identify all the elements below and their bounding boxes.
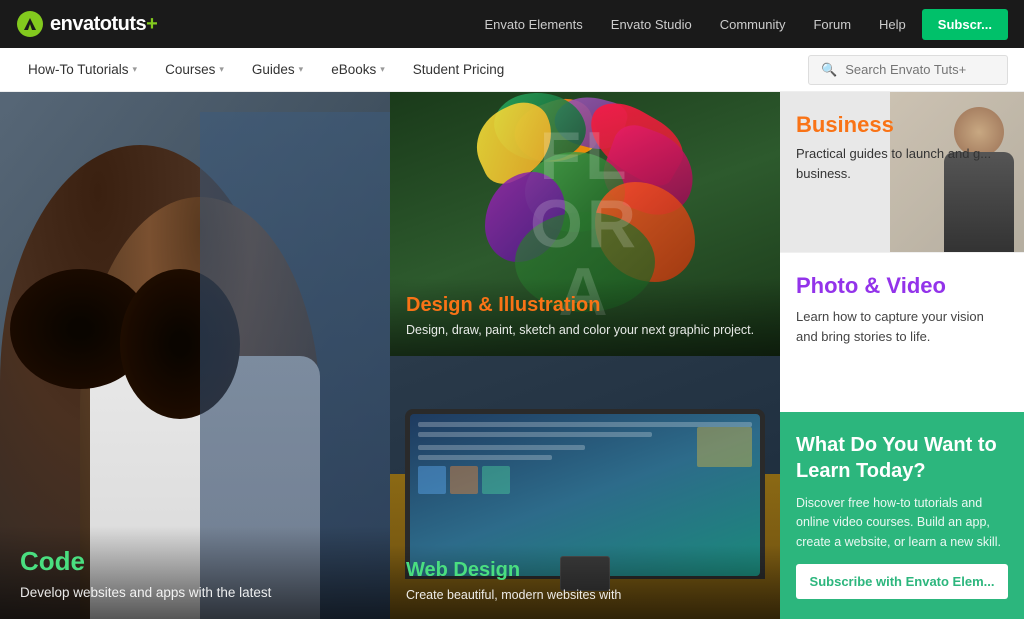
cta-subscribe-button[interactable]: Subscribe with Envato Elem... <box>796 564 1008 599</box>
secondary-navbar: How-To Tutorials ▾ Courses ▾ Guides ▾ eB… <box>0 48 1024 92</box>
design-description: Design, draw, paint, sketch and color yo… <box>406 321 764 340</box>
panel-design-overlay: Design & Illustration Design, draw, pain… <box>390 278 780 356</box>
top-nav-links: Envato Elements Envato Studio Community … <box>157 17 905 32</box>
nav-link-envato-studio[interactable]: Envato Studio <box>611 17 692 32</box>
panel-webdesign[interactable]: Web Design Create beautiful, modern webs… <box>390 356 780 619</box>
panel-design[interactable]: FLORA Design & Illustration Design, draw… <box>390 92 780 356</box>
right-column: Business Practical guides to launch and … <box>780 92 1024 619</box>
search-icon: 🔍 <box>821 62 837 78</box>
design-title: Design & Illustration <box>406 294 764 317</box>
code-category-title: Code <box>20 546 370 577</box>
envato-logo-icon <box>16 10 44 38</box>
photo-video-description: Learn how to capture your vision and bri… <box>796 307 1008 347</box>
business-description: Practical guides to launch and g...busin… <box>796 144 1008 183</box>
nav-item-courses[interactable]: Courses ▾ <box>153 48 236 92</box>
logo-text: envatotuts+ <box>50 13 157 36</box>
nav-link-community[interactable]: Community <box>720 17 786 32</box>
cta-description: Discover free how-to tutorials and onlin… <box>796 494 1008 552</box>
nav-item-howto[interactable]: How-To Tutorials ▾ <box>16 48 149 92</box>
cta-title: What Do You Want to Learn Today? <box>796 432 1008 484</box>
nav-link-forum[interactable]: Forum <box>813 17 851 32</box>
webdesign-title: Web Design <box>406 559 764 582</box>
logo[interactable]: envatotuts+ <box>16 10 157 38</box>
panel-business[interactable]: Business Practical guides to launch and … <box>780 92 1024 252</box>
nav-link-envato-elements[interactable]: Envato Elements <box>485 17 583 32</box>
panel-code-overlay: Code Develop websites and apps with the … <box>0 526 390 619</box>
panel-photo-video[interactable]: Photo & Video Learn how to capture your … <box>780 252 1024 412</box>
top-navbar: envatotuts+ Envato Elements Envato Studi… <box>0 0 1024 48</box>
business-title: Business <box>796 112 1008 138</box>
search-input[interactable] <box>845 62 995 77</box>
webdesign-description: Create beautiful, modern websites with <box>406 586 764 605</box>
chevron-down-icon: ▾ <box>299 64 304 75</box>
nav-link-help[interactable]: Help <box>879 17 906 32</box>
panel-webdesign-overlay: Web Design Create beautiful, modern webs… <box>390 545 780 619</box>
nav-item-ebooks[interactable]: eBooks ▾ <box>319 48 397 92</box>
search-bar: 🔍 <box>808 55 1008 85</box>
code-description: Develop websites and apps with the lates… <box>20 583 370 603</box>
photo-video-title: Photo & Video <box>796 273 1008 299</box>
panel-code[interactable]: Code Develop websites and apps with the … <box>0 92 390 619</box>
chevron-down-icon: ▾ <box>219 64 224 75</box>
nav-item-guides[interactable]: Guides ▾ <box>240 48 315 92</box>
nav-item-student-pricing[interactable]: Student Pricing <box>401 48 517 92</box>
panel-cta: What Do You Want to Learn Today? Discove… <box>780 412 1024 619</box>
main-grid: Code Develop websites and apps with the … <box>0 92 1024 600</box>
subscribe-button[interactable]: Subscr... <box>922 9 1008 40</box>
middle-column: FLORA Design & Illustration Design, draw… <box>390 92 780 619</box>
chevron-down-icon: ▾ <box>133 64 138 75</box>
chevron-down-icon: ▾ <box>380 64 385 75</box>
